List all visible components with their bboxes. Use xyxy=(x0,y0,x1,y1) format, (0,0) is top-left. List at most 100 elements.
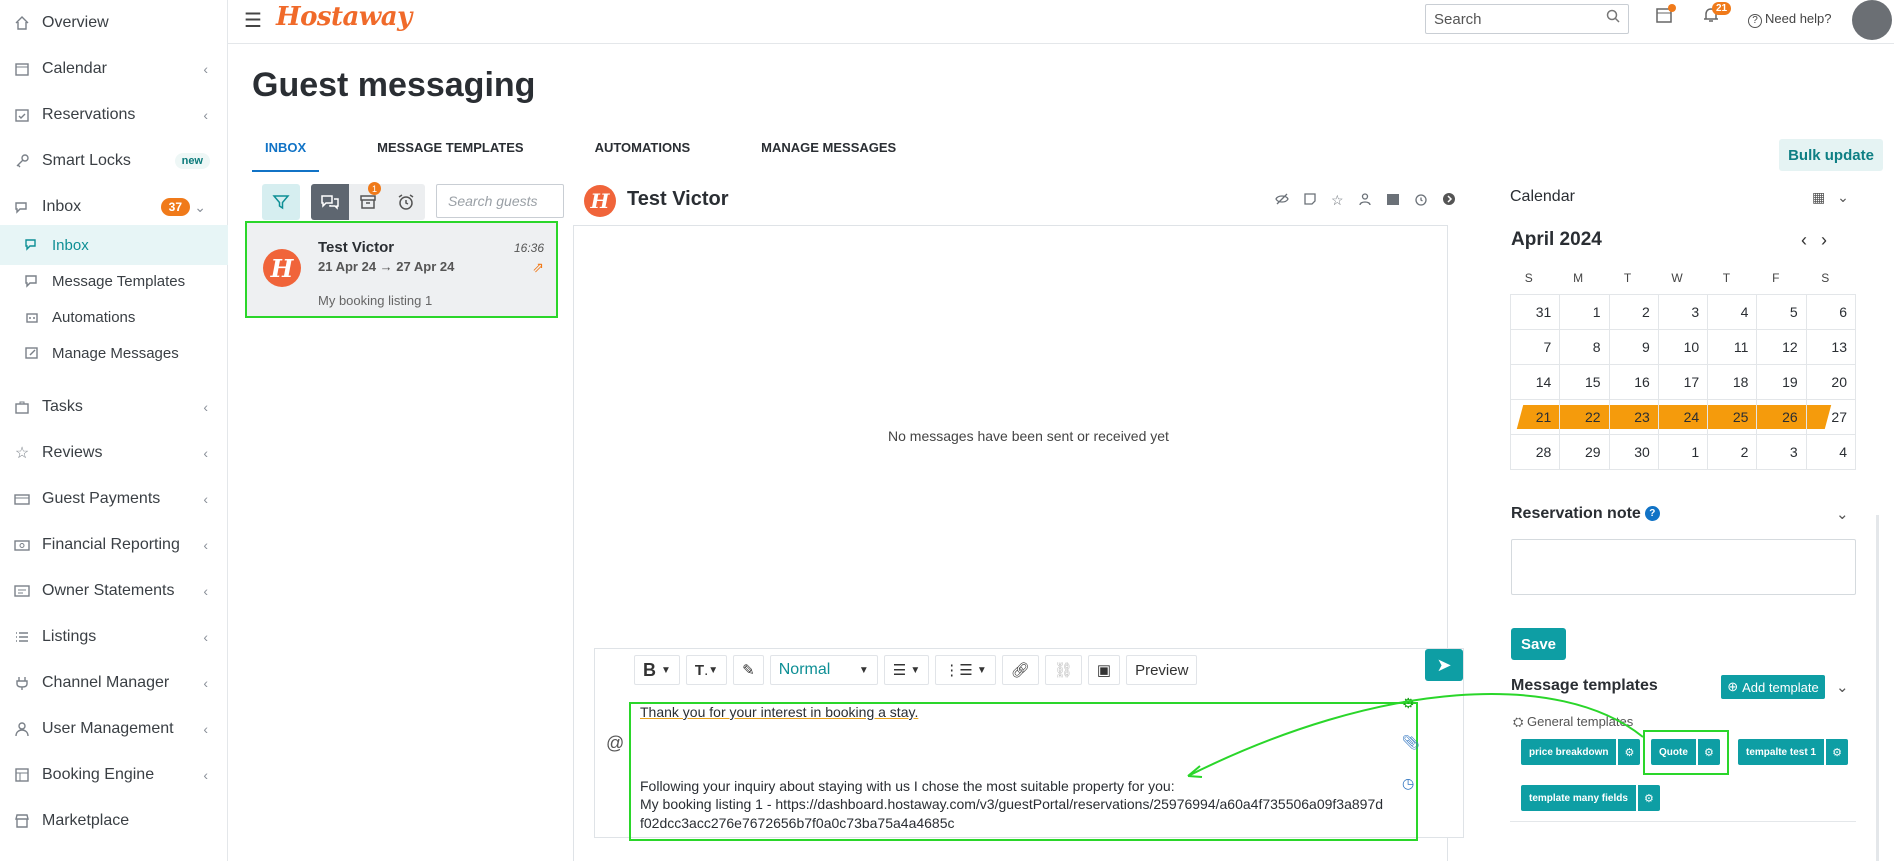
calendar-day[interactable]: 7 xyxy=(1511,330,1561,365)
calendar-day[interactable]: 4 xyxy=(1708,295,1758,330)
hamburger-menu-icon[interactable]: ☰ xyxy=(244,8,262,33)
calendar-day[interactable]: 17 xyxy=(1658,365,1709,400)
calendar-day[interactable]: 3 xyxy=(1757,435,1807,470)
preview-button[interactable]: Preview xyxy=(1126,655,1198,685)
help-icon[interactable]: ? xyxy=(1644,506,1660,522)
sidebar-item-listings[interactable]: Listings ‹ xyxy=(0,617,228,657)
schedule-clock-icon[interactable]: ◷ xyxy=(1402,775,1414,792)
list-button[interactable]: ⋮☰ ▼ xyxy=(935,655,996,685)
calendar-day[interactable]: 10 xyxy=(1658,330,1709,365)
sidebar-item-channel-manager[interactable]: Channel Manager ‹ xyxy=(0,663,228,703)
sidebar-item-financial-reporting[interactable]: Financial Reporting ‹ xyxy=(0,525,228,565)
sidebar-item-marketplace[interactable]: Marketplace xyxy=(0,801,228,841)
calendar-day[interactable]: 18 xyxy=(1708,365,1758,400)
sidebar-item-reviews[interactable]: ☆ Reviews ‹ xyxy=(0,433,228,473)
gear-icon[interactable]: ⚙ xyxy=(1826,739,1849,765)
calendar-day[interactable]: 27 xyxy=(1806,400,1856,435)
calendar-day-booked[interactable]: 21 xyxy=(1511,400,1561,435)
sidebar-subitem-inbox[interactable]: Inbox xyxy=(0,225,228,265)
calendar-day[interactable]: 29 xyxy=(1560,435,1610,470)
calendar-day-booked[interactable]: 22 xyxy=(1560,400,1610,435)
calendar-day[interactable]: 30 xyxy=(1609,435,1659,470)
global-search-input[interactable]: Search xyxy=(1425,4,1629,34)
calendar-day[interactable]: 20 xyxy=(1806,365,1856,400)
gear-icon[interactable]: ⚙ xyxy=(1618,739,1641,765)
note-icon[interactable] xyxy=(1303,192,1317,209)
calendar-day[interactable]: 2 xyxy=(1708,435,1758,470)
reservation-note-textarea[interactable] xyxy=(1511,539,1856,595)
calendar-day-booked[interactable]: 24 xyxy=(1658,400,1709,435)
guest-profile-icon[interactable] xyxy=(1358,192,1372,209)
next-conversation-icon[interactable] xyxy=(1442,192,1456,209)
sidebar-item-user-management[interactable]: User Management ‹ xyxy=(0,709,228,749)
sidebar-item-reservations[interactable]: Reservations ‹ xyxy=(0,95,228,135)
sidebar-subitem-automations[interactable]: Automations xyxy=(0,297,228,337)
guest-search-input[interactable]: Search guests xyxy=(436,184,564,218)
snoozed-view-button[interactable] xyxy=(387,184,425,220)
image-icon[interactable]: ▣ xyxy=(1087,655,1121,685)
calendar-day[interactable]: 5 xyxy=(1757,295,1807,330)
conversations-view-button[interactable] xyxy=(311,184,349,220)
tab-manage-messages[interactable]: MANAGE MESSAGES xyxy=(748,132,909,172)
calendar-day[interactable]: 11 xyxy=(1708,330,1758,365)
text-size-button[interactable]: T. ▼ xyxy=(685,655,728,685)
sidebar-subitem-manage-messages[interactable]: Manage Messages xyxy=(0,333,228,373)
template-button[interactable]: tempalte test 1 xyxy=(1738,739,1825,765)
sidebar-subitem-message-templates[interactable]: Message Templates xyxy=(0,261,228,301)
paragraph-style-select[interactable]: Normal ▼ xyxy=(769,655,878,685)
calendar-day[interactable]: 31 xyxy=(1511,295,1561,330)
chevron-down-icon[interactable]: ⌄ xyxy=(1837,189,1849,205)
calendar-day[interactable]: 16 xyxy=(1609,365,1659,400)
help-link[interactable]: ? Need help? xyxy=(1748,11,1832,28)
highlight-pen-icon[interactable]: ✎ xyxy=(733,655,764,685)
calendar-day[interactable]: 3 xyxy=(1658,295,1709,330)
mention-icon[interactable]: @ xyxy=(606,733,624,754)
scrollbar-track[interactable] xyxy=(1876,515,1879,861)
calendar-day[interactable]: 6 xyxy=(1806,295,1856,330)
paperclip-icon[interactable]: 📎︎ xyxy=(1402,734,1420,751)
reservation-icon[interactable] xyxy=(1386,192,1400,209)
template-button[interactable]: template many fields xyxy=(1521,785,1636,811)
filter-button[interactable] xyxy=(262,184,300,220)
unlink-icon[interactable]: ⛓︎ xyxy=(1044,655,1082,685)
sidebar-item-inbox[interactable]: Inbox 37 ⌄ xyxy=(0,187,228,227)
calendar-day[interactable]: 4 xyxy=(1806,435,1856,470)
hide-icon[interactable] xyxy=(1275,192,1289,209)
next-month-icon[interactable]: › xyxy=(1821,230,1841,250)
calendar-day[interactable]: 28 xyxy=(1511,435,1561,470)
sidebar-item-calendar[interactable]: Calendar ‹ xyxy=(0,49,228,89)
calendar-day[interactable]: 1 xyxy=(1560,295,1610,330)
ai-chip-icon[interactable]: ⚙ xyxy=(1402,695,1415,712)
link-icon[interactable]: 🔗︎ xyxy=(1001,655,1039,685)
send-button[interactable]: ➤ xyxy=(1425,649,1463,681)
calendar-day[interactable]: 1 xyxy=(1658,435,1709,470)
calendar-day-booked[interactable]: 23 xyxy=(1609,400,1659,435)
conversation-item[interactable]: H Test Victor 21 Apr 24 → 27 Apr 24 16:3… xyxy=(245,221,558,318)
calendar-day[interactable]: 13 xyxy=(1806,330,1856,365)
sidebar-item-overview[interactable]: Overview xyxy=(0,3,228,43)
tab-message-templates[interactable]: MESSAGE TEMPLATES xyxy=(364,132,536,172)
user-avatar[interactable] xyxy=(1852,0,1892,40)
sidebar-item-guest-payments[interactable]: Guest Payments ‹ xyxy=(0,479,228,519)
bold-button[interactable]: B ▼ xyxy=(634,655,680,685)
star-icon[interactable]: ☆ xyxy=(1331,192,1344,209)
calendar-day[interactable]: 12 xyxy=(1757,330,1807,365)
save-button[interactable]: Save xyxy=(1511,628,1566,660)
calendar-day[interactable]: 2 xyxy=(1609,295,1659,330)
tab-inbox[interactable]: INBOX xyxy=(252,132,320,172)
calendar-day[interactable]: 19 xyxy=(1757,365,1807,400)
calendar-icon[interactable]: ▦ xyxy=(1812,189,1825,205)
sidebar-item-smart-locks[interactable]: Smart Locks new xyxy=(0,141,228,181)
snooze-icon[interactable] xyxy=(1414,192,1428,209)
align-button[interactable]: ☰ ▼ xyxy=(883,655,930,685)
calendar-day[interactable]: 15 xyxy=(1560,365,1610,400)
bulk-update-button[interactable]: Bulk update xyxy=(1779,139,1883,171)
sidebar-item-booking-engine[interactable]: Booking Engine ‹ xyxy=(0,755,228,795)
chevron-down-icon[interactable]: ⌄ xyxy=(1836,505,1849,523)
sidebar-item-tasks[interactable]: Tasks ‹ xyxy=(0,387,228,427)
prev-month-icon[interactable]: ‹ xyxy=(1801,230,1821,250)
calendar-day[interactable]: 14 xyxy=(1511,365,1561,400)
chevron-down-icon[interactable]: ⌄ xyxy=(1836,678,1849,696)
sidebar-item-owner-statements[interactable]: Owner Statements ‹ xyxy=(0,571,228,611)
template-button[interactable]: price breakdown xyxy=(1521,739,1617,765)
